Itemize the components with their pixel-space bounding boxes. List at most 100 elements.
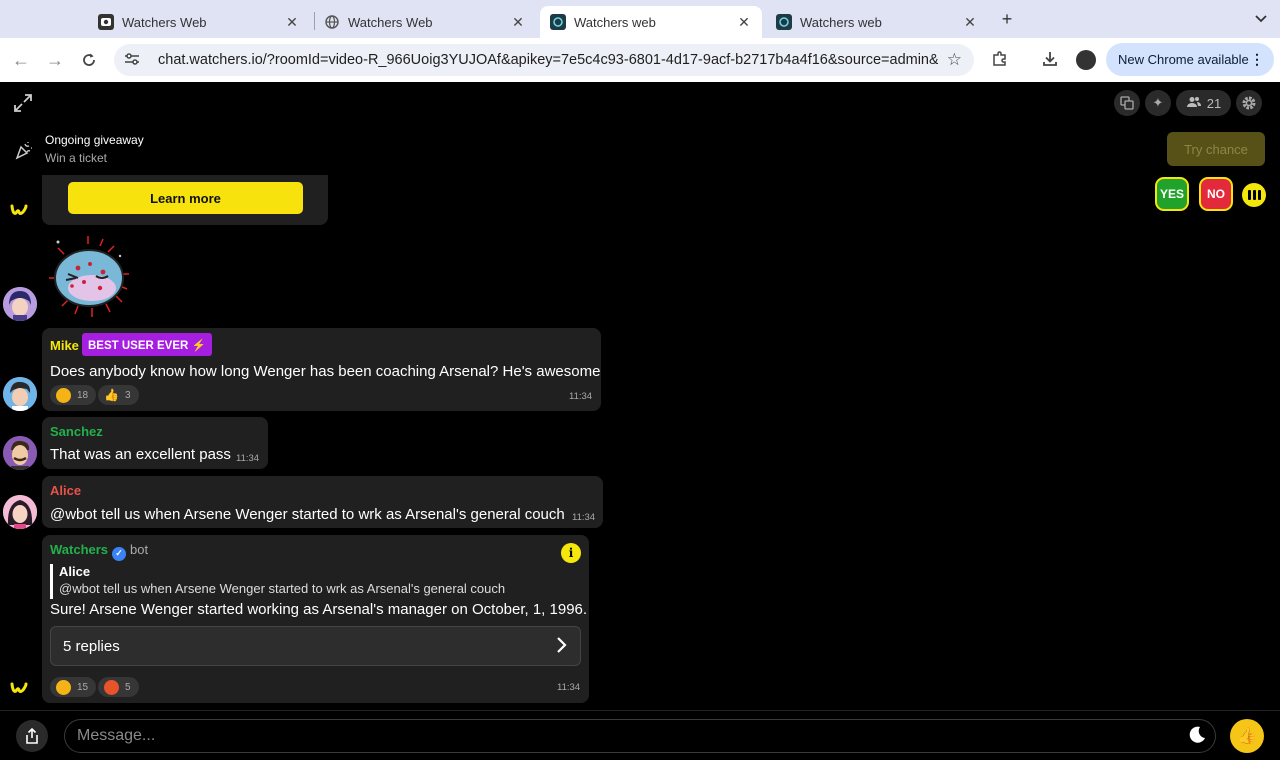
- replies-count: 5 replies: [63, 637, 120, 655]
- replies-thread-button[interactable]: 5 replies: [50, 626, 581, 666]
- tab-title: Watchers web: [574, 14, 656, 30]
- url-text[interactable]: chat.watchers.io/?roomId=video-R_966Uoig…: [158, 52, 938, 68]
- user-badge: BEST USER EVER ⚡: [82, 333, 212, 356]
- poll-no-button[interactable]: NO: [1199, 177, 1233, 211]
- message-composer: 👍: [0, 710, 1280, 760]
- people-icon: [1186, 96, 1202, 111]
- bot-tag: bot: [130, 542, 149, 557]
- message-author[interactable]: Mike: [50, 338, 79, 353]
- angry-emoji-icon: [104, 679, 119, 695]
- learn-more-button[interactable]: Learn more: [68, 182, 303, 214]
- reaction-thumbs-up[interactable]: 👍 3: [98, 385, 139, 405]
- quote-author: Alice: [59, 564, 91, 579]
- try-chance-button[interactable]: Try chance: [1167, 132, 1265, 166]
- more-menu-icon[interactable]: ⋮: [1250, 51, 1264, 68]
- new-tab-button[interactable]: +: [996, 8, 1018, 30]
- message-time: 11:34: [236, 453, 260, 464]
- message-time: 11:34: [557, 682, 581, 693]
- message-author[interactable]: Sanchez: [50, 424, 103, 439]
- message-text: Sure! Arsene Wenger started working as A…: [50, 601, 588, 618]
- watchers-favicon-icon: [776, 14, 792, 30]
- chat-message-sanchez[interactable]: Sanchez That was an excellent pass 11:34: [42, 417, 268, 469]
- verified-check-icon: ✓: [112, 546, 127, 561]
- browser-tab-2[interactable]: Watchers Web ✕: [314, 6, 536, 38]
- expand-icon[interactable]: [12, 92, 34, 114]
- tab-title: Watchers Web: [122, 14, 207, 30]
- reaction-heart-eyes[interactable]: 15: [50, 677, 97, 697]
- quote-text: @wbot tell us when Arsene Wenger started…: [59, 581, 506, 596]
- giveaway-title: Ongoing giveaway: [45, 133, 144, 147]
- camera-icon: [98, 14, 114, 30]
- bookmark-star-icon[interactable]: ☆: [947, 50, 962, 70]
- message-author[interactable]: Alice: [50, 483, 81, 498]
- reaction-heart-eyes[interactable]: 18: [50, 385, 97, 405]
- tab-search-chevron-icon[interactable]: [1250, 8, 1272, 30]
- avatar[interactable]: [3, 436, 37, 470]
- watchers-chat-app: ✦ 21 Ongoing giveaway Win a ticket Try c…: [0, 82, 1280, 760]
- download-icon[interactable]: [1040, 50, 1060, 70]
- quoted-message[interactable]: Alice @wbot tell us when Arsene Wenger s…: [50, 564, 505, 599]
- message-author[interactable]: Watchers: [50, 542, 108, 557]
- heart-eyes-emoji-icon: [56, 679, 71, 695]
- tab-title: Watchers web: [800, 14, 882, 30]
- back-arrow-icon[interactable]: ←: [9, 48, 33, 72]
- close-tab-icon[interactable]: ✕: [736, 14, 752, 31]
- poll-yes-button[interactable]: YES: [1155, 177, 1189, 211]
- close-tab-icon[interactable]: ✕: [510, 14, 526, 31]
- message-time: 11:34: [572, 512, 596, 523]
- watchers-favicon-icon: [550, 14, 566, 30]
- reload-icon[interactable]: [77, 48, 101, 72]
- address-bar[interactable]: chat.watchers.io/?roomId=video-R_966Uoig…: [114, 44, 974, 76]
- browser-tab-4[interactable]: Watchers web ✕: [766, 6, 988, 38]
- reaction-count: 18: [77, 389, 89, 401]
- thumbs-up-emoji-icon: 👍: [104, 388, 119, 402]
- browser-tab-3-active[interactable]: Watchers web ✕: [540, 6, 762, 38]
- new-chrome-available-button[interactable]: New Chrome available ⋮: [1106, 43, 1274, 76]
- close-tab-icon[interactable]: ✕: [284, 14, 300, 31]
- heart-eyes-emoji-icon: [56, 387, 71, 403]
- avatar[interactable]: [3, 495, 37, 529]
- globe-icon: [324, 14, 340, 30]
- pufferfish-sticker: [49, 236, 129, 317]
- thumbs-up-reaction-button[interactable]: 👍: [1230, 719, 1264, 753]
- message-text: @wbot tell us when Arsene Wenger started…: [50, 506, 565, 523]
- info-icon[interactable]: i: [561, 543, 581, 563]
- forward-arrow-icon[interactable]: →: [43, 48, 67, 72]
- reaction-angry[interactable]: 5: [98, 677, 139, 697]
- message-input[interactable]: [64, 719, 1216, 753]
- reaction-count: 15: [77, 681, 89, 693]
- browser-tab-1[interactable]: Watchers Web ✕: [88, 6, 310, 38]
- message-author-line: Watchers ✓ bot: [50, 542, 148, 561]
- share-icon[interactable]: [16, 720, 48, 752]
- browser-toolbar: ← → chat.watchers.io/?roomId=video-R_966…: [0, 38, 1280, 82]
- tab-title: Watchers Web: [348, 14, 433, 30]
- viewers-count-button[interactable]: 21: [1176, 90, 1231, 116]
- viewer-count: 21: [1206, 95, 1222, 111]
- close-tab-icon[interactable]: ✕: [962, 14, 978, 31]
- message-time: 11:34: [569, 391, 593, 402]
- update-label: New Chrome available: [1118, 52, 1249, 67]
- moon-theme-icon[interactable]: [1186, 725, 1208, 747]
- extensions-puzzle-icon[interactable]: [990, 50, 1010, 70]
- message-text: Does anybody know how long Wenger has be…: [50, 363, 601, 380]
- watchers-logo-icon: [10, 682, 28, 693]
- chat-message-alice[interactable]: Alice @wbot tell us when Arsene Wenger s…: [42, 476, 603, 528]
- translate-icon[interactable]: [1114, 90, 1140, 116]
- ai-sparkle-icon[interactable]: ✦: [1145, 90, 1171, 116]
- site-settings-icon[interactable]: [124, 52, 144, 69]
- giveaway-card: Learn more: [42, 175, 328, 225]
- giveaway-subtitle: Win a ticket: [45, 151, 108, 165]
- party-popper-icon: [14, 140, 34, 165]
- settings-gear-icon[interactable]: [1236, 90, 1262, 116]
- avatar[interactable]: [3, 287, 37, 321]
- message-text: That was an excellent pass: [50, 446, 231, 463]
- poll-stats-icon[interactable]: [1242, 183, 1266, 207]
- reaction-count: 5: [125, 681, 131, 693]
- chat-message-mike[interactable]: Mike BEST USER EVER ⚡ Does anybody know …: [42, 328, 601, 411]
- avatar[interactable]: [3, 377, 37, 411]
- profile-avatar[interactable]: [1076, 50, 1096, 70]
- chevron-right-icon: [556, 636, 568, 659]
- watchers-logo-icon: [10, 204, 28, 215]
- chat-message-watchers-bot[interactable]: Watchers ✓ bot i Alice @wbot tell us when …: [42, 535, 589, 703]
- browser-tab-bar: Watchers Web ✕ Watchers Web ✕ Watchers w…: [0, 0, 1280, 38]
